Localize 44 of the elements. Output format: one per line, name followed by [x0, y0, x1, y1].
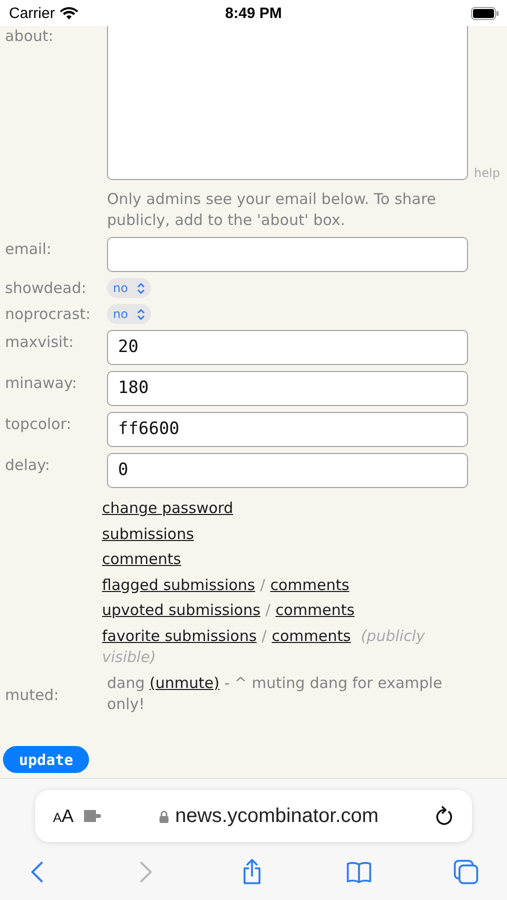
input-field[interactable]: 20 [107, 330, 468, 365]
field-label: topcolor: [5, 414, 72, 434]
tabs-icon[interactable] [452, 858, 480, 886]
field-label: delay: [5, 455, 51, 475]
input-field[interactable]: 0 [107, 453, 468, 488]
field-label: minaway: [5, 373, 78, 393]
email-note: Only admins see your email below. To share publicly, add to the 'about' box. [107, 189, 438, 231]
lock-icon [159, 810, 170, 822]
profile-link[interactable]: comments [270, 576, 350, 594]
puzzle-icon[interactable] [84, 809, 104, 823]
profile-link[interactable]: favorite submissions [102, 626, 257, 644]
profile-link[interactable]: change password [102, 499, 234, 517]
unmute-link[interactable]: (unmute) [150, 674, 220, 692]
profile-link[interactable]: comments [102, 550, 182, 568]
reload-icon[interactable] [434, 805, 454, 827]
field-label: showdead: [5, 278, 88, 298]
battery-icon [471, 6, 499, 20]
wifi-icon [60, 6, 78, 20]
url-text: news.ycombinator.com [175, 804, 379, 828]
field-label: about: [5, 26, 54, 46]
field-label: muted: [5, 685, 60, 705]
field-label: maxvisit: [5, 332, 75, 352]
input-field[interactable] [107, 237, 468, 272]
chevron-icon [136, 282, 145, 294]
reader-settings-button[interactable]: AA [53, 806, 74, 826]
separator-slash: / [265, 601, 270, 619]
carrier-name: Carrier [9, 4, 55, 22]
favorites-links-text: favorite submissions / comments (publicly visible) [102, 626, 426, 668]
profile-link[interactable]: comments [275, 601, 355, 619]
separator-slash: / [260, 576, 266, 594]
input-field[interactable]: ff6600 [107, 412, 468, 447]
field-label: noprocrast: [5, 304, 92, 324]
profile-link[interactable]: flagged submissions [102, 576, 256, 594]
chevron-icon [136, 308, 145, 320]
clock-time: 8:49 PM [224, 4, 283, 22]
update-button[interactable]: update [3, 746, 90, 773]
profile-link[interactable]: submissions [102, 524, 194, 542]
profile-link[interactable]: comments [272, 626, 351, 644]
field-label: email: [5, 239, 52, 259]
address-bar[interactable]: AA news.ycombinator.com [35, 790, 472, 842]
input-field[interactable]: 180 [107, 371, 468, 406]
separator-slash: / [262, 626, 267, 644]
muted-text: dang (unmute) - ^ muting dang for example only! [107, 673, 444, 715]
profile-link[interactable]: upvoted submissions [102, 601, 260, 619]
